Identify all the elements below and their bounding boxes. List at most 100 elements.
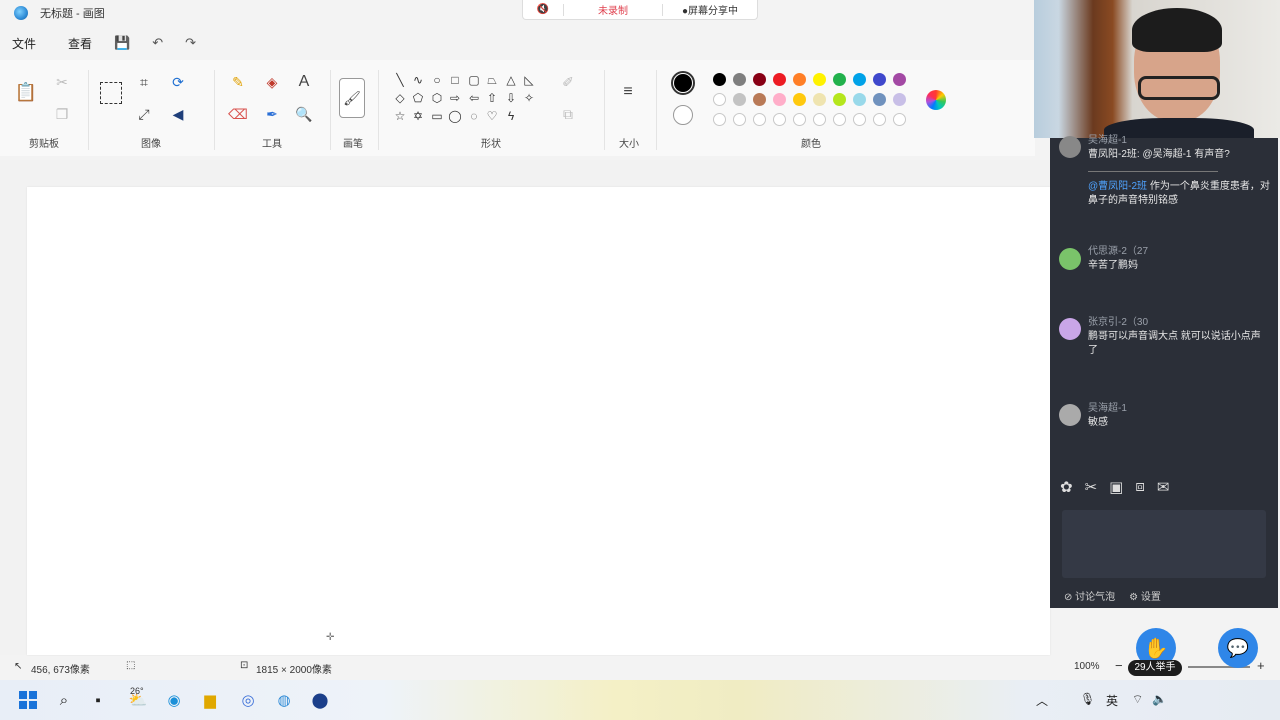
brush-icon[interactable]: 🖌 [339, 78, 365, 118]
color-swatch[interactable] [813, 113, 826, 126]
copy-icon[interactable]: ❐ [52, 104, 72, 124]
color-swatch[interactable] [853, 113, 866, 126]
redo-icon[interactable]: ↷ [185, 35, 196, 51]
color-swatch[interactable] [853, 73, 866, 86]
color-swatch[interactable] [733, 93, 746, 106]
magnifier-icon[interactable]: 🔍 [294, 104, 314, 124]
callout-oval-shape-icon[interactable]: ◯ [447, 108, 463, 124]
microphone-icon[interactable]: 🎙 [1080, 692, 1095, 706]
color-swatch[interactable] [893, 93, 906, 106]
zoom-out-button[interactable]: − [1115, 658, 1123, 673]
color-swatch[interactable] [773, 113, 786, 126]
cut-icon[interactable]: ✂ [52, 72, 72, 92]
color-swatch[interactable] [833, 73, 846, 86]
hexagon-shape-icon[interactable]: ⬡ [429, 90, 445, 106]
arrow-left-shape-icon[interactable]: ⇦ [466, 90, 482, 106]
ime-indicator[interactable]: 英 [1106, 692, 1118, 709]
search-icon[interactable]: ⌕ [52, 688, 76, 712]
mute-icon[interactable]: 🔇 [523, 4, 563, 15]
zoom-in-button[interactable]: + [1257, 658, 1265, 673]
screenshot-icon[interactable]: ⧈ [1135, 478, 1145, 496]
wifi-icon[interactable]: ⌔ [1132, 692, 1143, 707]
line-shape-icon[interactable]: ╲ [392, 72, 408, 88]
rotate-icon[interactable]: ⟳ [168, 72, 188, 92]
save-icon[interactable]: 💾 [114, 35, 130, 51]
file-explorer-icon[interactable]: ▆ [198, 688, 222, 712]
chat-toggle-button[interactable]: 💬 [1218, 628, 1258, 668]
callout-rect-shape-icon[interactable]: ▭ [429, 108, 445, 124]
share-status[interactable]: ●屏幕分享中 [663, 2, 757, 17]
callout-cloud-shape-icon[interactable]: ◌ [466, 108, 482, 124]
color-picker-icon[interactable]: ✒ [262, 104, 282, 124]
color-swatch[interactable] [833, 113, 846, 126]
fill-style-icon[interactable]: ⧉ [558, 104, 578, 124]
color-swatch[interactable] [833, 93, 846, 106]
color-swatch[interactable] [733, 73, 746, 86]
settings-button[interactable]: ⚙ 设置 [1129, 588, 1161, 603]
zoom-level[interactable]: 100% [1074, 661, 1100, 672]
emoji-icon[interactable]: ✿ [1060, 478, 1073, 496]
crop-icon[interactable]: ⌗ [134, 72, 154, 92]
color-swatch[interactable] [793, 93, 806, 106]
diamond-shape-icon[interactable]: ◇ [392, 90, 408, 106]
paint-taskbar-icon[interactable]: ◍ [272, 688, 296, 712]
pencil-icon[interactable]: ✎ [228, 72, 248, 92]
heart-shape-icon[interactable]: ♡ [484, 108, 500, 124]
triangle-shape-icon[interactable]: △ [503, 72, 519, 88]
lightning-shape-icon[interactable]: ϟ [503, 108, 519, 124]
color-swatch[interactable] [773, 93, 786, 106]
color-swatch[interactable] [893, 73, 906, 86]
volume-icon[interactable]: 🔈 [1152, 692, 1167, 706]
task-view-icon[interactable]: ▪ [86, 688, 110, 712]
tray-expand-icon[interactable]: ︿ [1036, 692, 1048, 709]
undo-icon[interactable]: ↶ [152, 35, 163, 51]
right-triangle-shape-icon[interactable]: ◺ [521, 72, 537, 88]
star5-shape-icon[interactable]: ☆ [392, 108, 408, 124]
color-swatch[interactable] [873, 113, 886, 126]
color-swatch[interactable] [873, 73, 886, 86]
select-icon[interactable] [100, 82, 122, 104]
color-swatch[interactable] [793, 73, 806, 86]
arrow-right-shape-icon[interactable]: ⇨ [447, 90, 463, 106]
color-swatch[interactable] [753, 73, 766, 86]
text-tool-icon[interactable]: A [294, 72, 314, 92]
fill-icon[interactable]: ◈ [262, 72, 282, 92]
color-swatch[interactable] [753, 113, 766, 126]
rounded-rect-shape-icon[interactable]: ▢ [466, 72, 482, 88]
color-swatch[interactable] [733, 113, 746, 126]
app-taskbar-icon[interactable]: ⬤ [308, 688, 332, 712]
color-swatch[interactable] [873, 93, 886, 106]
polygon-shape-icon[interactable]: ⏢ [484, 72, 500, 88]
color1-selector[interactable] [671, 71, 695, 95]
scissors-icon[interactable]: ✂ [1085, 478, 1098, 496]
star6-shape-icon[interactable]: ✡ [410, 108, 426, 124]
color-swatch[interactable] [713, 93, 726, 106]
menu-file[interactable]: 文件 [12, 35, 36, 52]
paste-icon[interactable]: 📋 [15, 82, 37, 102]
color-swatch[interactable] [773, 73, 786, 86]
arrow-up-shape-icon[interactable]: ⇧ [484, 90, 500, 106]
oval-shape-icon[interactable]: ○ [429, 72, 445, 88]
color-swatch[interactable] [893, 113, 906, 126]
color-swatch[interactable] [753, 93, 766, 106]
feedback-icon[interactable]: ✉ [1157, 478, 1170, 496]
color2-selector[interactable] [673, 105, 693, 125]
flip-icon[interactable]: ◀ [168, 104, 188, 124]
color-swatch[interactable] [853, 93, 866, 106]
pentagon-shape-icon[interactable]: ⬠ [410, 90, 426, 106]
chat-input[interactable] [1062, 510, 1266, 578]
stroke-size-icon[interactable]: ≡ [618, 82, 638, 102]
outline-icon[interactable]: ✐ [558, 72, 578, 92]
color-swatch[interactable] [713, 73, 726, 86]
color-swatch[interactable] [813, 73, 826, 86]
color-swatch[interactable] [713, 113, 726, 126]
color-swatch[interactable] [793, 113, 806, 126]
start-button[interactable] [16, 688, 40, 712]
edge-icon[interactable]: ◉ [162, 688, 186, 712]
drawing-canvas[interactable] [27, 187, 1050, 655]
color-swatch[interactable] [813, 93, 826, 106]
eraser-icon[interactable]: ⌫ [228, 104, 248, 124]
meeting-app-icon[interactable]: ◎ [236, 688, 260, 712]
image-icon[interactable]: ▣ [1109, 478, 1123, 496]
rectangle-shape-icon[interactable]: □ [447, 72, 463, 88]
